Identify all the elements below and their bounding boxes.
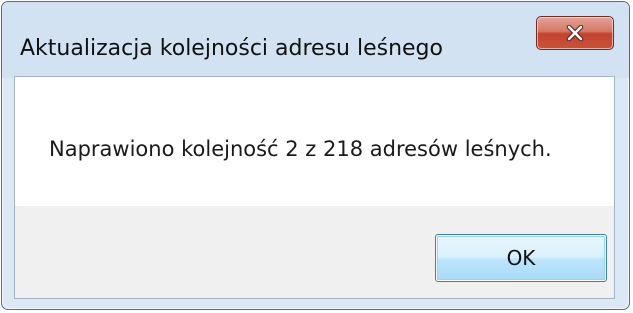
message-dialog: Aktualizacja kolejności adresu leśnego N… bbox=[1, 1, 630, 310]
dialog-content: Naprawiono kolejność 2 z 218 adresów leś… bbox=[14, 76, 615, 299]
close-icon bbox=[566, 25, 584, 41]
dialog-title: Aktualizacja kolejności adresu leśnego bbox=[20, 36, 443, 61]
title-bar[interactable]: Aktualizacja kolejności adresu leśnego bbox=[2, 2, 629, 78]
dialog-message: Naprawiono kolejność 2 z 218 adresów leś… bbox=[49, 137, 552, 161]
ok-button[interactable]: OK bbox=[435, 234, 607, 282]
button-bar: OK bbox=[15, 206, 614, 298]
close-button[interactable] bbox=[536, 16, 614, 50]
